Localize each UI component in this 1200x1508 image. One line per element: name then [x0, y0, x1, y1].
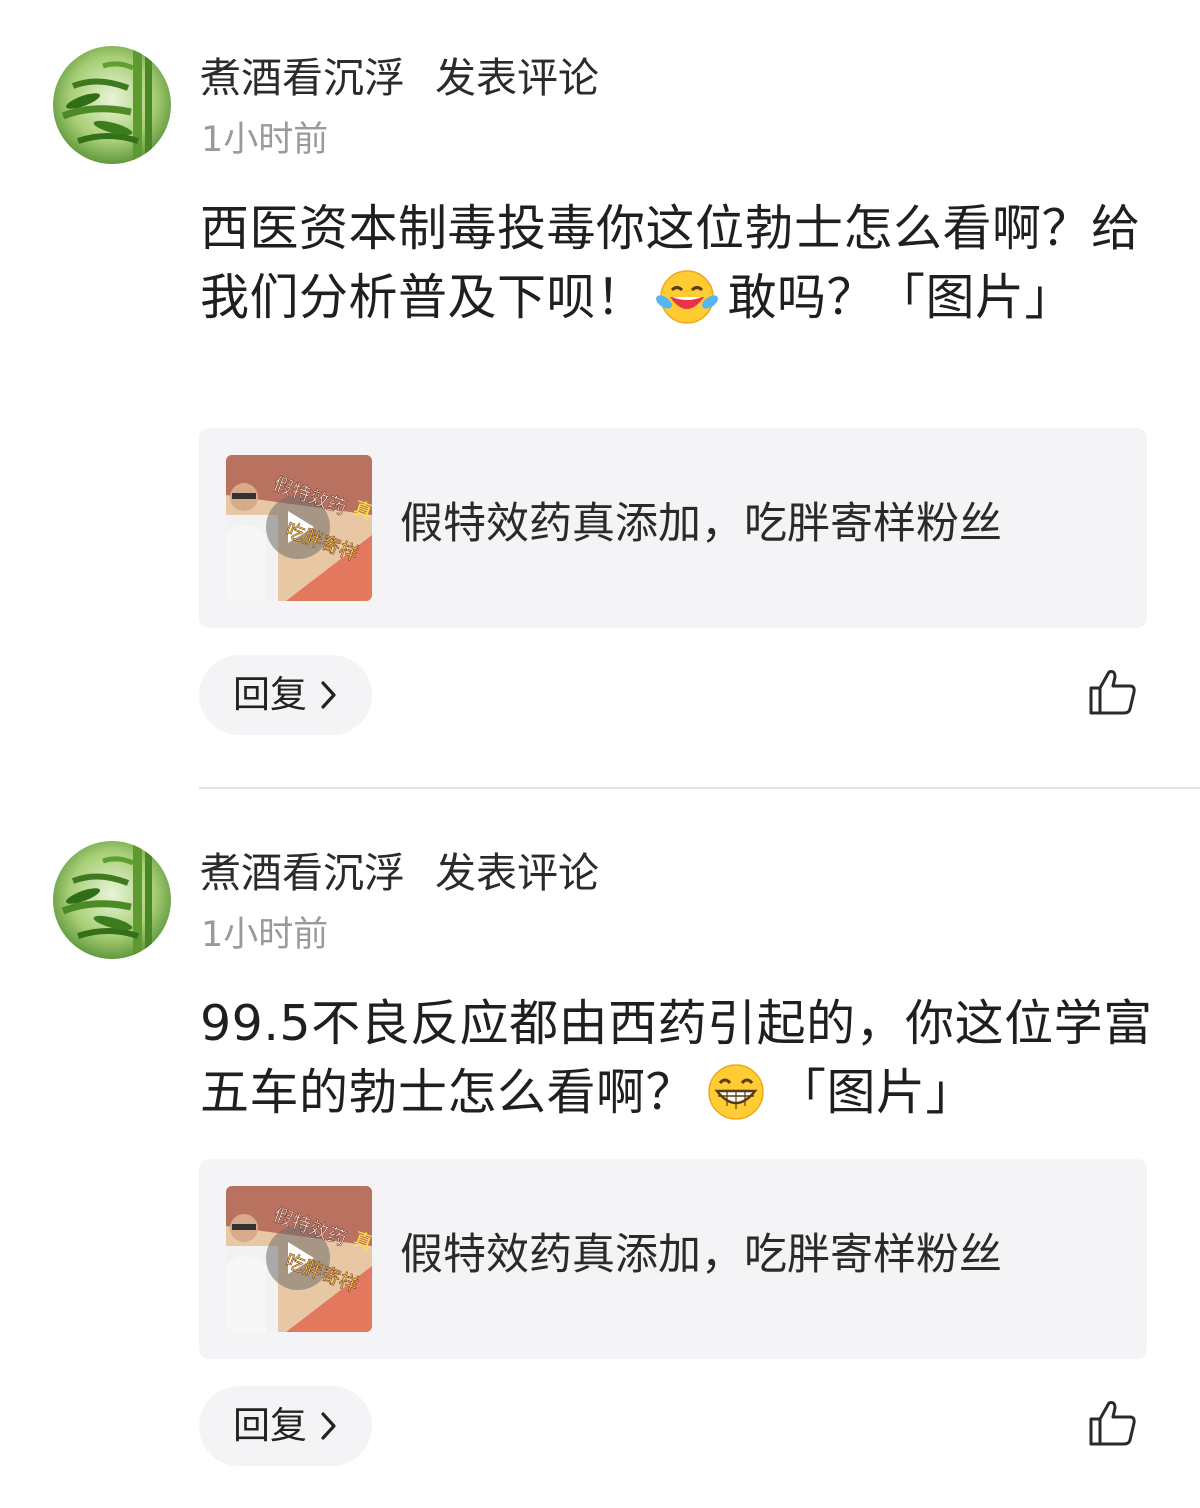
reply-label: 回复: [233, 1404, 307, 1447]
chevron-right-icon: [319, 679, 339, 715]
comment-text-part: 敢吗？「图片」: [727, 269, 1075, 326]
grinning-emoji-icon: [701, 1061, 771, 1121]
timestamp: 1小时前: [201, 915, 329, 955]
comment-header: 煮酒看沉浮 发表评论: [200, 847, 599, 899]
comment-header: 煮酒看沉浮 发表评论: [200, 52, 599, 104]
link-card[interactable]: 假特效药 真 吃胖寄样 假特效药真添加，吃胖寄样粉丝: [199, 428, 1147, 628]
card-title: 假特效药真添加，吃胖寄样粉丝: [400, 499, 1002, 549]
reply-button[interactable]: 回复: [199, 655, 372, 735]
author-name[interactable]: 煮酒看沉浮: [200, 849, 405, 897]
link-card[interactable]: 假特效药 真 吃胖寄样 假特效药真添加，吃胖寄样粉丝: [199, 1159, 1147, 1359]
video-thumbnail[interactable]: 假特效药 真 吃胖寄样: [226, 1186, 372, 1332]
action-text: 发表评论: [435, 54, 599, 102]
avatar[interactable]: [53, 841, 171, 959]
thumbs-up-icon[interactable]: [1088, 668, 1138, 716]
author-name[interactable]: 煮酒看沉浮: [200, 54, 405, 102]
card-title: 假特效药真添加，吃胖寄样粉丝: [400, 1230, 1002, 1280]
comment-text: 99.5不良反应都由西药引起的，你这位学富五车的勃士怎么看啊？ 「图片」: [200, 989, 1160, 1127]
video-thumbnail[interactable]: 假特效药 真 吃胖寄样: [226, 455, 372, 601]
timestamp: 1小时前: [201, 120, 329, 160]
comment-text-part: 「图片」: [777, 1064, 976, 1121]
comment-text: 西医资本制毒投毒你这位勃士怎么看啊？给我们分析普及下呗！ 敢吗？「图片」: [200, 194, 1160, 332]
comment-text-part: 99.5不良反应都由西药引起的，你这位学富五车的勃士怎么看啊？: [200, 995, 1153, 1121]
laughing-tears-emoji-icon: [652, 266, 722, 326]
action-text: 发表评论: [435, 849, 599, 897]
thumbs-up-icon[interactable]: [1088, 1399, 1138, 1447]
reply-label: 回复: [233, 673, 307, 716]
avatar[interactable]: [53, 46, 171, 164]
chevron-right-icon: [319, 1410, 339, 1446]
divider: [199, 787, 1200, 789]
reply-button[interactable]: 回复: [199, 1386, 372, 1466]
